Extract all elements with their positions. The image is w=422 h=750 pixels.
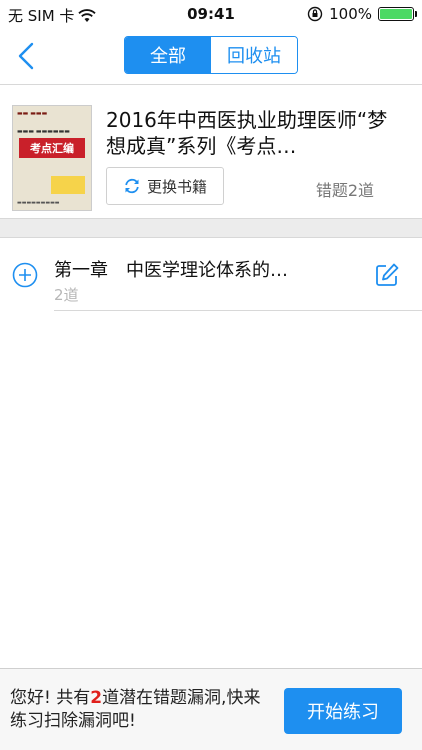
change-book-button[interactable]: 更换书籍: [106, 167, 224, 205]
chapter-title: 第一章 中医学理论体系的…: [54, 260, 288, 281]
orientation-lock-icon: [307, 6, 323, 22]
wrong-question-count: 错题2道: [315, 181, 374, 200]
chapter-question-count: 2道: [54, 286, 79, 304]
expand-plus-icon[interactable]: [12, 262, 38, 288]
bottom-bar: 您好! 共有2道潜在错题漏洞,快来练习扫除漏洞吧! 开始练习: [0, 668, 422, 750]
refresh-icon: [125, 178, 139, 194]
message-number: 2: [90, 688, 103, 708]
cover-band: 考点汇编: [19, 138, 85, 158]
cover-badge: [51, 176, 85, 194]
cover-subtitle-art: ▬▬▬ ▬▬▬▬▬▬: [17, 128, 70, 135]
book-card: ▬▬ ▬▬▬ ▬▬▬ ▬▬▬▬▬▬ 考点汇编 ▬▬▬▬▬▬▬▬▬ 2016年中西…: [0, 85, 422, 218]
row-divider: [54, 310, 422, 311]
cover-footer-art: ▬▬▬▬▬▬▬▬▬: [17, 200, 60, 206]
nav-bar: 全部 回收站: [0, 30, 422, 85]
back-chevron-icon[interactable]: [12, 38, 42, 74]
start-practice-button[interactable]: 开始练习: [284, 688, 402, 734]
change-book-label: 更换书籍: [146, 177, 207, 196]
battery-fill: [380, 9, 412, 19]
section-separator: [0, 218, 422, 238]
status-bar: 无 SIM 卡 09:41 100%: [0, 0, 422, 30]
battery-icon: [378, 7, 417, 21]
practice-message: 您好! 共有2道潜在错题漏洞,快来练习扫除漏洞吧!: [10, 687, 272, 733]
tab-recycle-bin[interactable]: 回收站: [211, 37, 297, 73]
edit-icon[interactable]: [374, 262, 400, 288]
chapter-row[interactable]: 第一章 中医学理论体系的… 2道: [0, 238, 422, 312]
message-prefix: 您好! 共有: [10, 688, 91, 708]
book-cover-image: ▬▬ ▬▬▬ ▬▬▬ ▬▬▬▬▬▬ 考点汇编 ▬▬▬▬▬▬▬▬▬: [12, 105, 92, 211]
tab-all[interactable]: 全部: [125, 37, 211, 73]
status-right: 100%: [307, 5, 417, 23]
segmented-control: 全部 回收站: [124, 36, 298, 74]
cover-publisher-mark: ▬▬ ▬▬▬: [17, 110, 48, 117]
battery-percent: 100%: [329, 5, 372, 23]
book-title: 2016年中西医执业助理医师“梦想成真”系列《考点…: [106, 108, 388, 158]
